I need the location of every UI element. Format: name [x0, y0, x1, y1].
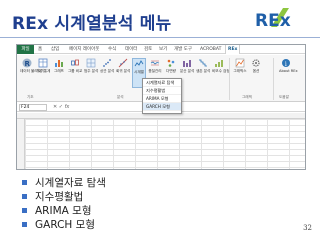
- ribbon-separator: [273, 58, 274, 100]
- group-label-graphics: 그래픽: [242, 95, 252, 99]
- crosstab-icon: [86, 58, 96, 68]
- ribbon-tabbar: 파일 홈 삽입 페이지 레이아웃 수식 데이터 검토 보기 개발 도구 ACRO…: [17, 45, 305, 54]
- ribbon-button-data-load[interactable]: R 데이터 불러오기: [20, 58, 44, 88]
- title-divider: [0, 37, 320, 38]
- ribbon-button-correlation[interactable]: 상관 분석: [100, 58, 114, 88]
- excel-screenshot: 파일 홈 삽입 페이지 레이아웃 수식 데이터 검토 보기 개발 도구 ACRO…: [16, 44, 306, 170]
- bullet-item: 지수평활법: [22, 189, 106, 203]
- gear-icon: [252, 59, 260, 67]
- cluster-icon: [167, 59, 175, 67]
- rex-logo: REx: [253, 5, 315, 33]
- tab-developer[interactable]: 개발 도구: [174, 45, 192, 54]
- ribbon-button-graphics[interactable]: 그래픽스: [233, 58, 247, 88]
- bullet-item: GARCH 모형: [22, 217, 106, 231]
- dropdown-item-garch[interactable]: GARCH 모형: [143, 103, 181, 111]
- svg-text:R: R: [25, 60, 31, 68]
- graphics-icon: [235, 58, 245, 68]
- control-chart-icon: [150, 60, 160, 66]
- bullet-square-icon: [22, 193, 27, 199]
- ribbon-button-anova[interactable]: 분산 분석: [180, 58, 194, 88]
- tab-data[interactable]: 데이터: [125, 45, 137, 54]
- logo-text: REx: [255, 11, 291, 31]
- page-number: 32: [303, 224, 312, 232]
- tab-home[interactable]: 홈: [38, 45, 42, 54]
- ribbon-button-group-compare[interactable]: 그룹 비교: [68, 58, 82, 88]
- ribbon-button-nonparametric[interactable]: 비모수 검정: [212, 58, 230, 88]
- fx-icon[interactable]: ✕ ✓ fx: [53, 103, 69, 112]
- group-label-analysis: 분석: [117, 95, 124, 99]
- name-box[interactable]: F24: [19, 104, 47, 111]
- ribbon-button-about[interactable]: i About REx: [279, 58, 298, 88]
- timeseries-dropdown-menu: 시계열자료 탐색 지수평활법 ARIMA 모형 GARCH 모형: [142, 78, 182, 114]
- anova-icon: [183, 60, 191, 67]
- cell-grid[interactable]: [25, 119, 305, 169]
- rank-icon: [215, 60, 223, 67]
- dropdown-item-ts-explore[interactable]: 시계열자료 탐색: [143, 79, 181, 87]
- bullet-square-icon: [22, 221, 27, 227]
- boxplot-icon: [71, 59, 79, 66]
- slide-title: REx 시계열분석 메뉴: [12, 14, 172, 34]
- tab-insert[interactable]: 삽입: [51, 45, 59, 54]
- tab-view[interactable]: 보기: [159, 45, 167, 54]
- bullet-square-icon: [22, 179, 27, 185]
- ribbon-button-categorical[interactable]: 범주 분석: [84, 58, 98, 88]
- group-label-help: 도움말: [279, 95, 289, 99]
- row-headers: [17, 119, 25, 169]
- group-label-basic: 기초: [27, 95, 34, 99]
- bullet-item: ARIMA 모형: [22, 203, 106, 217]
- bullet-list: 시계열자료 탐색 지수평활법 ARIMA 모형 GARCH 모형: [22, 175, 106, 231]
- r-logo-icon: R: [22, 58, 32, 68]
- spreadsheet-grid[interactable]: [17, 113, 305, 169]
- tab-page-layout[interactable]: 페이지 레이아웃: [69, 45, 99, 54]
- timeseries-icon: [134, 60, 144, 67]
- tab-acrobat[interactable]: ACROBAT: [200, 45, 221, 54]
- svg-text:i: i: [285, 61, 287, 68]
- ribbon-button-survival[interactable]: 생존 분석: [196, 58, 210, 88]
- tab-review[interactable]: 검토: [144, 45, 152, 54]
- dropdown-item-exp-smoothing[interactable]: 지수평활법: [143, 87, 181, 95]
- ribbon-button-options[interactable]: 옵션: [249, 58, 263, 88]
- ribbon-button-regression[interactable]: 회귀 분석: [116, 58, 130, 88]
- info-icon: i: [282, 59, 290, 68]
- bullet-item: 시계열자료 탐색: [22, 175, 106, 189]
- ribbon-button-basic-stats[interactable]: 기본 통계: [36, 58, 50, 88]
- tab-formulas[interactable]: 수식: [108, 45, 116, 54]
- scatter-icon: [103, 59, 111, 67]
- regression-icon: [118, 58, 128, 68]
- tab-rex[interactable]: REx: [225, 45, 241, 54]
- ribbon-separator: [229, 58, 230, 100]
- chart-icon: [55, 60, 63, 67]
- table-icon: [38, 58, 48, 68]
- survival-icon: [199, 59, 207, 67]
- tab-file[interactable]: 파일: [17, 45, 34, 54]
- dropdown-item-arima[interactable]: ARIMA 모형: [143, 95, 181, 103]
- ribbon-button-graph[interactable]: 그래프: [52, 58, 66, 88]
- bullet-square-icon: [22, 207, 27, 213]
